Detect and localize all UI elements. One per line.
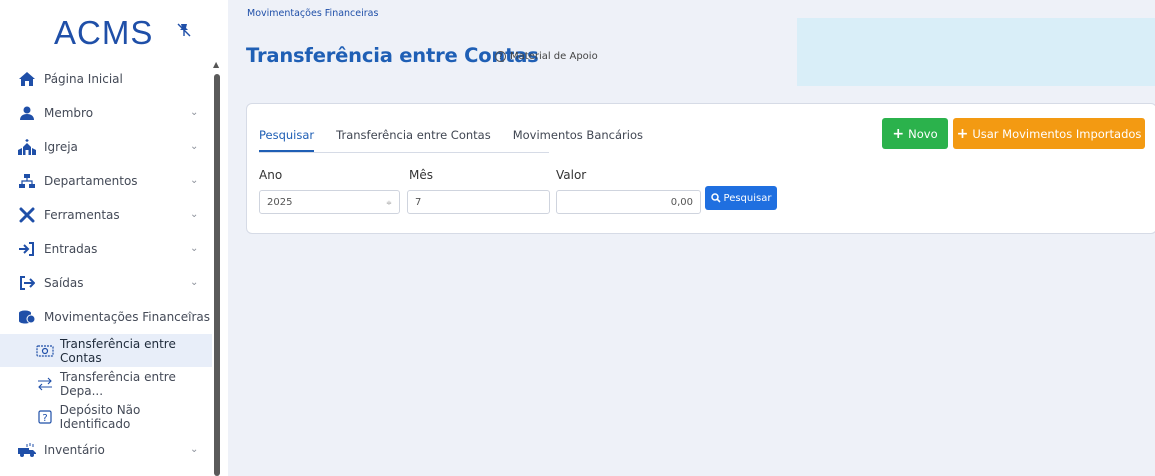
use-imported-button-label: Usar Movimentos Importados — [972, 126, 1142, 141]
sidebar-item-label: Igreja — [44, 140, 78, 154]
search-card: Pesquisar Transferência entre Contas Mov… — [246, 103, 1155, 234]
search-button-label: Pesquisar — [723, 192, 772, 204]
ano-value: 2025 — [267, 196, 293, 208]
sidebar-subitem-deposito[interactable]: ? Depósito Não Identificado — [0, 400, 212, 433]
help-circle-icon: ? — [495, 51, 506, 62]
sidebar-subitem-transferencia-contas[interactable]: Transferência entre Contas — [0, 334, 212, 367]
search-icon — [710, 193, 721, 203]
sidebar: ACMS ▲ Página Inicial Membro ⌄ Igreja ⌄ … — [0, 0, 228, 476]
mes-input[interactable]: 7 — [407, 190, 550, 214]
tools-icon — [18, 207, 36, 223]
svg-text:?: ? — [42, 413, 47, 424]
sidebar-subitem-transferencia-departamentos[interactable]: Transferência entre Depa... — [0, 367, 212, 400]
help-link-label: Material de Apoio — [510, 51, 598, 62]
sidebar-item-entradas[interactable]: Entradas ⌄ — [0, 232, 212, 266]
sidebar-subitem-label: Transferência entre Contas — [60, 336, 176, 365]
coins-icon — [18, 309, 36, 325]
tab-movimentos[interactable]: Movimentos Bancários — [513, 128, 643, 152]
use-imported-button[interactable]: + Usar Movimentos Importados — [953, 118, 1145, 149]
money-icon — [36, 344, 54, 358]
ano-label: Ano — [259, 168, 283, 182]
sign-in-icon — [18, 241, 36, 257]
valor-value: 0,00 — [670, 196, 693, 208]
main-content: Movimentações Financeiras Transferência … — [228, 0, 1155, 476]
tab-underline — [259, 152, 549, 153]
sidebar-nav: Página Inicial Membro ⌄ Igreja ⌄ Departa… — [0, 62, 212, 467]
person-icon — [18, 105, 36, 121]
chevron-down-icon: ⌄ — [190, 175, 199, 186]
sidebar-item-ferramentas[interactable]: Ferramentas ⌄ — [0, 198, 212, 232]
home-icon — [18, 71, 36, 87]
info-banner — [797, 18, 1155, 86]
chevron-down-icon: ⌄ — [190, 243, 199, 254]
mes-value: 7 — [415, 196, 422, 208]
sidebar-item-label: Entradas — [44, 242, 98, 256]
spinner-icon[interactable]: ≑ — [386, 199, 392, 207]
church-icon — [18, 139, 36, 155]
chevron-down-icon: ⌄ — [190, 444, 199, 455]
transfer-icon — [36, 377, 54, 391]
valor-input[interactable]: 0,00 — [556, 190, 701, 214]
breadcrumb[interactable]: Movimentações Financeiras — [247, 8, 378, 19]
chevron-up-icon: ^ — [186, 311, 195, 322]
sidebar-item-membro[interactable]: Membro ⌄ — [0, 96, 212, 130]
sidebar-item-label: Membro — [44, 106, 94, 120]
question-box-icon: ? — [36, 409, 54, 424]
new-button[interactable]: + Novo — [882, 118, 948, 149]
sidebar-subitem-label: Transferência entre Depa... — [60, 369, 176, 398]
plus-icon: + — [956, 125, 969, 142]
sidebar-item-label: Saídas — [44, 276, 84, 290]
sidebar-item-igreja[interactable]: Igreja ⌄ — [0, 130, 212, 164]
plus-icon: + — [892, 125, 905, 142]
sidebar-item-label: Departamentos — [44, 174, 138, 188]
sidebar-scrollbar[interactable] — [214, 74, 220, 476]
tab-transferencia[interactable]: Transferência entre Contas — [336, 128, 491, 152]
tab-pesquisar[interactable]: Pesquisar — [259, 128, 315, 152]
sidebar-item-label: Inventário — [44, 443, 105, 457]
sign-out-icon — [18, 275, 36, 291]
scroll-up-arrow[interactable]: ▲ — [213, 60, 221, 69]
chevron-down-icon: ⌄ — [190, 277, 199, 288]
logo-row: ACMS — [0, 8, 228, 58]
chevron-down-icon: ⌄ — [190, 107, 199, 118]
valor-label: Valor — [556, 168, 587, 182]
sitemap-icon — [18, 173, 36, 189]
sidebar-subitem-label: Depósito Não Identificado — [59, 402, 141, 431]
sidebar-item-saidas[interactable]: Saídas ⌄ — [0, 266, 212, 300]
app-logo[interactable]: ACMS — [54, 14, 153, 52]
chevron-down-icon: ⌄ — [190, 141, 199, 152]
chevron-down-icon: ⌄ — [190, 209, 199, 220]
sidebar-item-movimentacoes[interactable]: Movimentações Financeiras ^ — [0, 300, 212, 334]
tab-bar: Pesquisar Transferência entre Contas Mov… — [259, 128, 665, 152]
sidebar-item-inventario[interactable]: Inventário ⌄ — [0, 433, 212, 467]
new-button-label: Novo — [908, 126, 938, 141]
sidebar-item-label: Ferramentas — [44, 208, 120, 222]
sidebar-item-label: Página Inicial — [44, 72, 123, 86]
truck-icon — [18, 442, 36, 458]
mes-label: Mês — [409, 168, 433, 182]
sidebar-item-departamentos[interactable]: Departamentos ⌄ — [0, 164, 212, 198]
sidebar-item-home[interactable]: Página Inicial — [0, 62, 212, 96]
unpin-icon[interactable] — [176, 22, 192, 38]
help-link[interactable]: ? Material de Apoio — [495, 51, 598, 62]
search-button[interactable]: Pesquisar — [705, 186, 777, 210]
ano-input[interactable]: 2025 ≑ — [259, 190, 400, 214]
